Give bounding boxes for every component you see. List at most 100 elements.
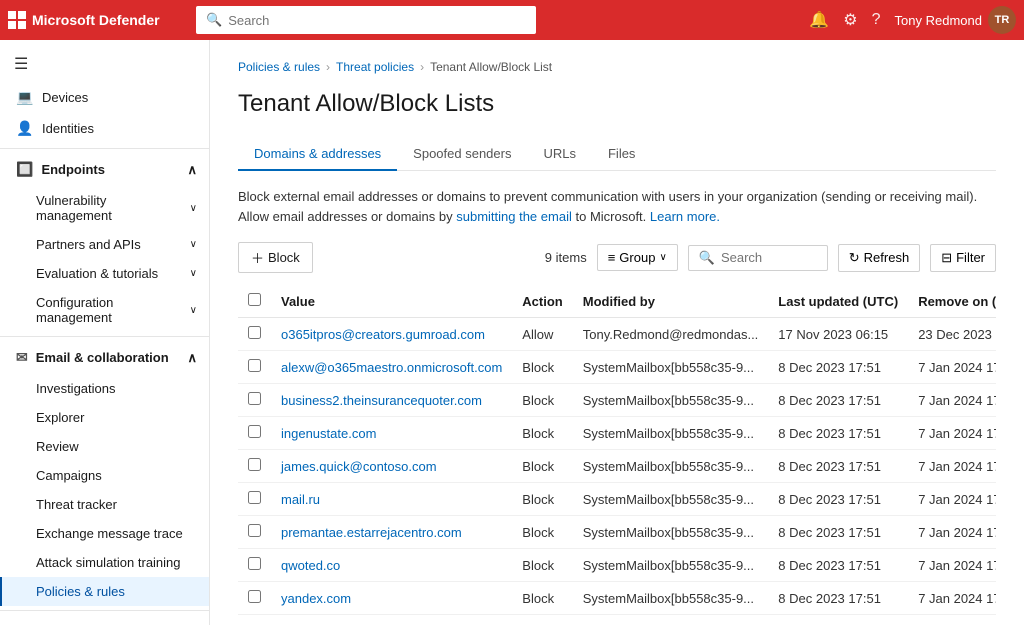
tab-urls[interactable]: URLs (527, 138, 592, 171)
row-checkbox-cell (238, 483, 271, 516)
tab-files[interactable]: Files (592, 138, 651, 171)
cell-modified-by: SystemMailbox[bb558c35-9... (573, 417, 769, 450)
bell-icon[interactable]: 🔔 (809, 10, 829, 30)
cell-modified-by: SystemMailbox[bb558c35-9... (573, 351, 769, 384)
user-name: Tony Redmond (895, 13, 982, 28)
row-checkbox[interactable] (248, 524, 261, 537)
row-checkbox-cell (238, 384, 271, 417)
table-row: o365itpros@creators.gumroad.com Allow To… (238, 318, 996, 351)
sidebar-item-label: Identities (42, 121, 197, 136)
cell-modified-by: Tony.Redmond@redmondas... (573, 318, 769, 351)
breadcrumb-threat-policies[interactable]: Threat policies (336, 60, 414, 74)
header-remove-on: Remove on (UTC) (908, 285, 996, 318)
sidebar-item-campaigns[interactable]: Campaigns (0, 461, 209, 490)
cell-remove-on: 7 Jan 2024 17:51 (908, 351, 996, 384)
user-menu[interactable]: Tony Redmond TR (895, 6, 1016, 34)
table-search-box[interactable]: 🔍 (688, 245, 828, 271)
filter-button[interactable]: ⊟ Filter (930, 244, 996, 272)
cell-last-updated: 17 Nov 2023 06:15 (768, 318, 908, 351)
cell-remove-on: 7 Jan 2024 17:51 (908, 516, 996, 549)
investigations-label: Investigations (36, 381, 116, 396)
table-row: james.quick@contoso.com Block SystemMail… (238, 450, 996, 483)
top-nav-actions: 🔔 ⚙ ? Tony Redmond TR (809, 6, 1016, 34)
sidebar-section-endpoints[interactable]: 🔲 Endpoints ∧ (0, 153, 209, 186)
breadcrumb: Policies & rules › Threat policies › Ten… (238, 60, 996, 74)
refresh-label: Refresh (864, 250, 910, 265)
cell-value[interactable]: ingenustate.com (271, 417, 512, 450)
learn-more-link[interactable]: Learn more. (650, 209, 720, 224)
tab-domains[interactable]: Domains & addresses (238, 138, 397, 171)
breadcrumb-current: Tenant Allow/Block List (430, 60, 552, 74)
row-checkbox[interactable] (248, 425, 261, 438)
gear-icon[interactable]: ⚙ (843, 10, 857, 30)
cell-value[interactable]: qwoted.co (271, 549, 512, 582)
sidebar-section-cloud-apps[interactable]: ☁ Cloud apps ∧ (0, 615, 209, 625)
allow-block-table: Value Action Modified by Last updated (U… (238, 285, 996, 615)
policies-rules-label: Policies & rules (36, 584, 125, 599)
row-checkbox[interactable] (248, 458, 261, 471)
cell-modified-by: SystemMailbox[bb558c35-9... (573, 549, 769, 582)
chevron-up-icon: ∧ (187, 350, 197, 366)
block-button[interactable]: ＋ Block (238, 242, 313, 273)
row-checkbox[interactable] (248, 359, 261, 372)
plus-icon: ＋ (251, 248, 264, 267)
cell-remove-on: 7 Jan 2024 17:51 (908, 582, 996, 615)
devices-icon: 💻 (16, 89, 34, 106)
hamburger-button[interactable]: ☰ (0, 46, 209, 82)
cell-value[interactable]: business2.theinsurancequoter.com (271, 384, 512, 417)
global-search-bar[interactable]: 🔍 (196, 6, 536, 34)
app-layout: ☰ 💻 Devices 👤 Identities 🔲 Endpoints ∧ V… (0, 40, 1024, 625)
table-wrapper: Value Action Modified by Last updated (U… (238, 285, 996, 615)
sidebar-divider (0, 148, 209, 149)
sidebar-item-threat-tracker[interactable]: Threat tracker (0, 490, 209, 519)
row-checkbox[interactable] (248, 590, 261, 603)
cell-value[interactable]: premantae.estarrejacentro.com (271, 516, 512, 549)
global-search-input[interactable] (228, 13, 526, 28)
sidebar-item-vulnerability[interactable]: Vulnerability management ∨ (0, 186, 209, 230)
help-icon[interactable]: ? (872, 11, 881, 29)
tab-spoofed[interactable]: Spoofed senders (397, 138, 527, 171)
sidebar-item-explorer[interactable]: Explorer (0, 403, 209, 432)
row-checkbox[interactable] (248, 557, 261, 570)
submitting-email-link[interactable]: submitting the email (456, 209, 572, 224)
attack-sim-label: Attack simulation training (36, 555, 181, 570)
endpoints-icon: 🔲 (16, 161, 33, 178)
sidebar-item-review[interactable]: Review (0, 432, 209, 461)
cell-value[interactable]: o365itpros@creators.gumroad.com (271, 318, 512, 351)
sidebar-item-exchange-trace[interactable]: Exchange message trace (0, 519, 209, 548)
group-button[interactable]: ≡ Group ∨ (597, 244, 678, 271)
breadcrumb-sep1: › (326, 60, 330, 74)
cell-value[interactable]: james.quick@contoso.com (271, 450, 512, 483)
email-icon: ✉ (16, 349, 28, 366)
row-checkbox-cell (238, 516, 271, 549)
table-search-input[interactable] (721, 250, 817, 265)
sidebar-item-devices[interactable]: 💻 Devices (0, 82, 209, 113)
sidebar-item-attack-sim[interactable]: Attack simulation training (0, 548, 209, 577)
cell-last-updated: 8 Dec 2023 17:51 (768, 483, 908, 516)
chevron-down-icon: ∨ (190, 203, 197, 214)
sidebar-item-config[interactable]: Configuration management ∨ (0, 288, 209, 332)
chevron-icon: ∧ (187, 162, 197, 178)
row-checkbox[interactable] (248, 392, 261, 405)
header-modified-by: Modified by (573, 285, 769, 318)
sidebar-item-evaluation[interactable]: Evaluation & tutorials ∨ (0, 259, 209, 288)
breadcrumb-policies[interactable]: Policies & rules (238, 60, 320, 74)
sidebar-item-identities[interactable]: 👤 Identities (0, 113, 209, 144)
search-icon: 🔍 (699, 250, 715, 266)
sidebar-item-policies-rules[interactable]: Policies & rules (0, 577, 209, 606)
tabs-bar: Domains & addresses Spoofed senders URLs… (238, 138, 996, 171)
cell-value[interactable]: alexw@o365maestro.onmicrosoft.com (271, 351, 512, 384)
sidebar-item-investigations[interactable]: Investigations (0, 374, 209, 403)
table-row: qwoted.co Block SystemMailbox[bb558c35-9… (238, 549, 996, 582)
cell-value[interactable]: yandex.com (271, 582, 512, 615)
cell-value[interactable]: mail.ru (271, 483, 512, 516)
select-all-checkbox[interactable] (248, 293, 261, 306)
sidebar-section-email[interactable]: ✉ Email & collaboration ∧ (0, 341, 209, 374)
refresh-button[interactable]: ↻ Refresh (838, 244, 920, 272)
row-checkbox[interactable] (248, 326, 261, 339)
cell-last-updated: 8 Dec 2023 17:51 (768, 516, 908, 549)
sidebar-divider (0, 336, 209, 337)
sidebar-item-partners[interactable]: Partners and APIs ∨ (0, 230, 209, 259)
row-checkbox[interactable] (248, 491, 261, 504)
threat-tracker-label: Threat tracker (36, 497, 117, 512)
